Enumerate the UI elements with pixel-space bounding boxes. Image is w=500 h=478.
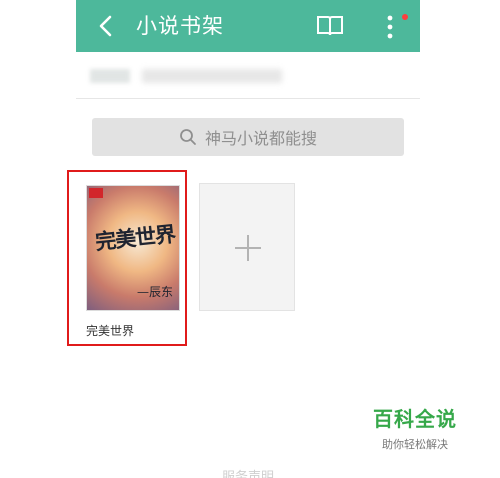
highlight-box	[67, 170, 187, 346]
search-bar[interactable]: 神马小说都能搜	[92, 118, 404, 156]
search-icon	[180, 129, 196, 145]
plus-icon-vertical	[247, 235, 249, 261]
blurred-avatar	[90, 69, 130, 83]
more-vertical-icon[interactable]	[382, 13, 398, 41]
search-placeholder: 神马小说都能搜	[204, 129, 317, 148]
blurred-text	[142, 69, 282, 83]
top-app-bar: 小说书架	[76, 0, 420, 52]
back-arrow-icon[interactable]	[96, 14, 116, 38]
notification-dot	[402, 14, 408, 20]
footer-text[interactable]: 服务声明	[76, 466, 420, 478]
watermark: 百科全说 助你轻松解决	[360, 403, 470, 452]
watermark-sub: 助你轻松解决	[382, 438, 448, 451]
book-open-icon[interactable]	[316, 14, 344, 38]
watermark-main: 百科全说	[373, 407, 457, 431]
blurred-account-row	[76, 52, 420, 99]
add-book-button[interactable]	[199, 183, 295, 311]
page-title: 小说书架	[136, 14, 224, 38]
